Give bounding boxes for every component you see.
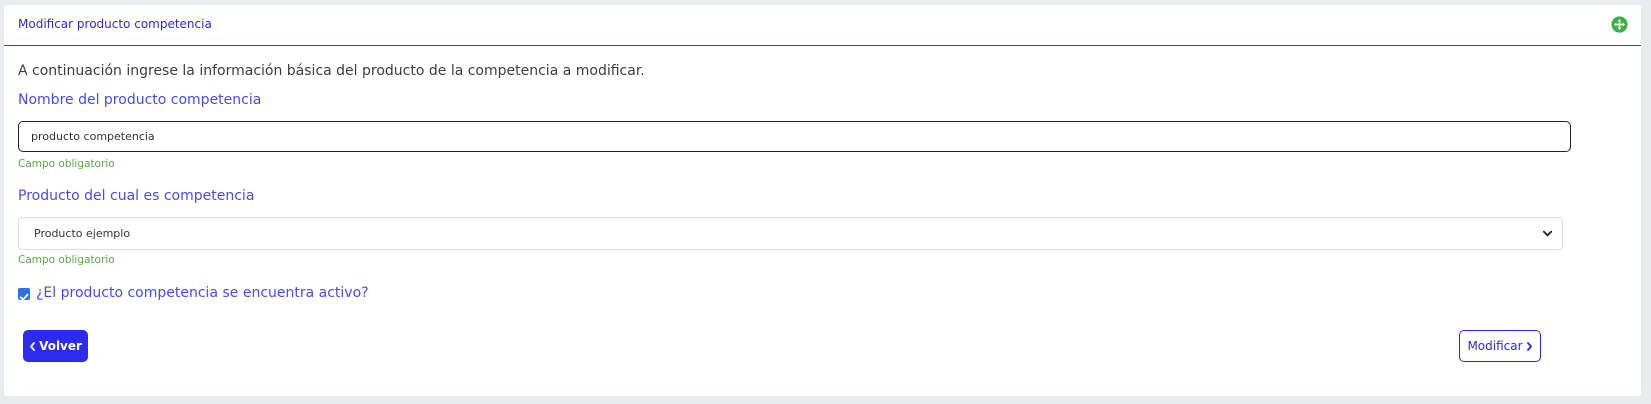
intro-text: A continuación ingrese la información bá… [18, 63, 645, 79]
base-product-label: Producto del cual es competencia [18, 188, 255, 204]
edit-competitor-product-card: Modificar producto competencia A continu… [4, 5, 1641, 396]
active-checkbox[interactable] [18, 288, 30, 301]
check-icon [19, 293, 29, 301]
chevron-right-icon [1526, 341, 1532, 351]
expand-arrows-icon[interactable] [1611, 16, 1628, 33]
base-product-help: Campo obligatorio [18, 254, 115, 266]
modify-button[interactable]: Modificar [1459, 330, 1541, 362]
card-title: Modificar producto competencia [18, 17, 212, 31]
base-product-select[interactable]: Producto ejemplo [18, 217, 1563, 250]
chevron-down-icon [1542, 230, 1553, 237]
base-product-selected-value: Producto ejemplo [34, 227, 131, 240]
active-checkbox-label[interactable]: ¿El producto competencia se encuentra ac… [36, 285, 369, 301]
modify-button-label: Modificar [1467, 339, 1523, 353]
chevron-left-icon [30, 341, 35, 351]
product-name-input[interactable] [18, 121, 1571, 152]
product-name-label: Nombre del producto competencia [18, 92, 262, 108]
card-header: Modificar producto competencia [4, 5, 1641, 46]
product-name-help: Campo obligatorio [18, 158, 115, 170]
back-button-label: Volver [39, 339, 82, 353]
back-button[interactable]: Volver [23, 330, 88, 362]
